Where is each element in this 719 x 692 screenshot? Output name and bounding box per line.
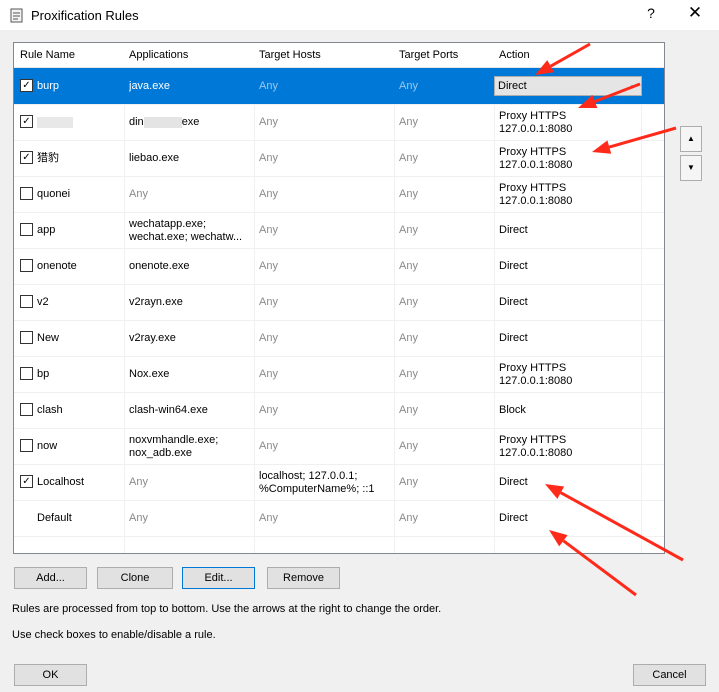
annotation-arrow-shaft: [560, 491, 684, 562]
annotation-arrow-head: [549, 530, 568, 547]
annotation-arrow-shaft: [608, 126, 677, 149]
annotation-arrow-shaft: [594, 82, 641, 103]
annotation-arrows: [535, 42, 684, 597]
annotation-arrow-head: [578, 94, 598, 109]
annotation-arrow-shaft: [549, 42, 591, 68]
annotation-arrow-head: [535, 60, 555, 75]
annotation-arrow-head: [592, 140, 612, 154]
annotation-arrow-head: [545, 484, 565, 499]
annotation-arrow-shaft: [562, 539, 637, 597]
